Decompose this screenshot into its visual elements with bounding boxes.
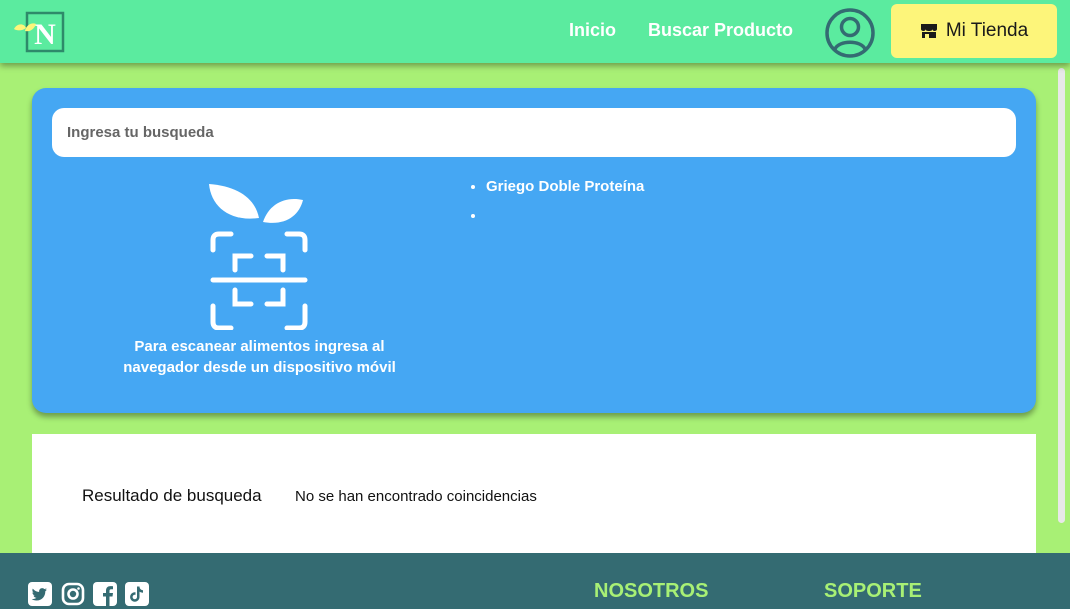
results-message: No se han encontrado coincidencias bbox=[295, 488, 537, 505]
mi-tienda-button[interactable]: Mi Tienda bbox=[891, 4, 1057, 58]
scan-instructions: Para escanear alimentos ingresa al naveg… bbox=[123, 338, 396, 376]
mi-tienda-label: Mi Tienda bbox=[945, 20, 1029, 41]
instagram-icon[interactable] bbox=[61, 582, 85, 606]
top-navbar: N Inicio Buscar Producto Mi Tienda bbox=[0, 0, 1070, 63]
suggestion-item[interactable]: Griego Doble Proteína bbox=[486, 178, 644, 207]
footer-heading-nosotros[interactable]: NOSOTROS bbox=[594, 580, 708, 603]
footer-heading-soporte[interactable]: SOPORTE bbox=[824, 580, 922, 603]
search-results-panel: Resultado de busqueda No se han encontra… bbox=[32, 434, 1036, 553]
brand-logo[interactable]: N bbox=[12, 11, 66, 53]
search-input[interactable] bbox=[52, 108, 1016, 157]
facebook-icon[interactable] bbox=[93, 582, 117, 606]
site-footer: NOSOTROS SOPORTE bbox=[0, 553, 1070, 609]
results-label: Resultado de busqueda bbox=[82, 486, 262, 505]
twitter-icon[interactable] bbox=[28, 582, 52, 606]
user-account-icon[interactable] bbox=[824, 7, 876, 59]
store-icon bbox=[920, 24, 937, 38]
search-card: Para escanear alimentos ingresa al naveg… bbox=[32, 88, 1036, 413]
suggestions-list: Griego Doble Proteína bbox=[468, 178, 644, 236]
nav-link-inicio[interactable]: Inicio bbox=[569, 20, 616, 41]
nav-link-buscar-producto[interactable]: Buscar Producto bbox=[648, 20, 793, 41]
tiktok-icon[interactable] bbox=[125, 582, 149, 606]
svg-text:N: N bbox=[34, 18, 56, 51]
scan-food-icon bbox=[209, 184, 308, 330]
suggestion-item[interactable] bbox=[486, 207, 644, 236]
scrollbar-thumb[interactable] bbox=[1058, 68, 1065, 523]
